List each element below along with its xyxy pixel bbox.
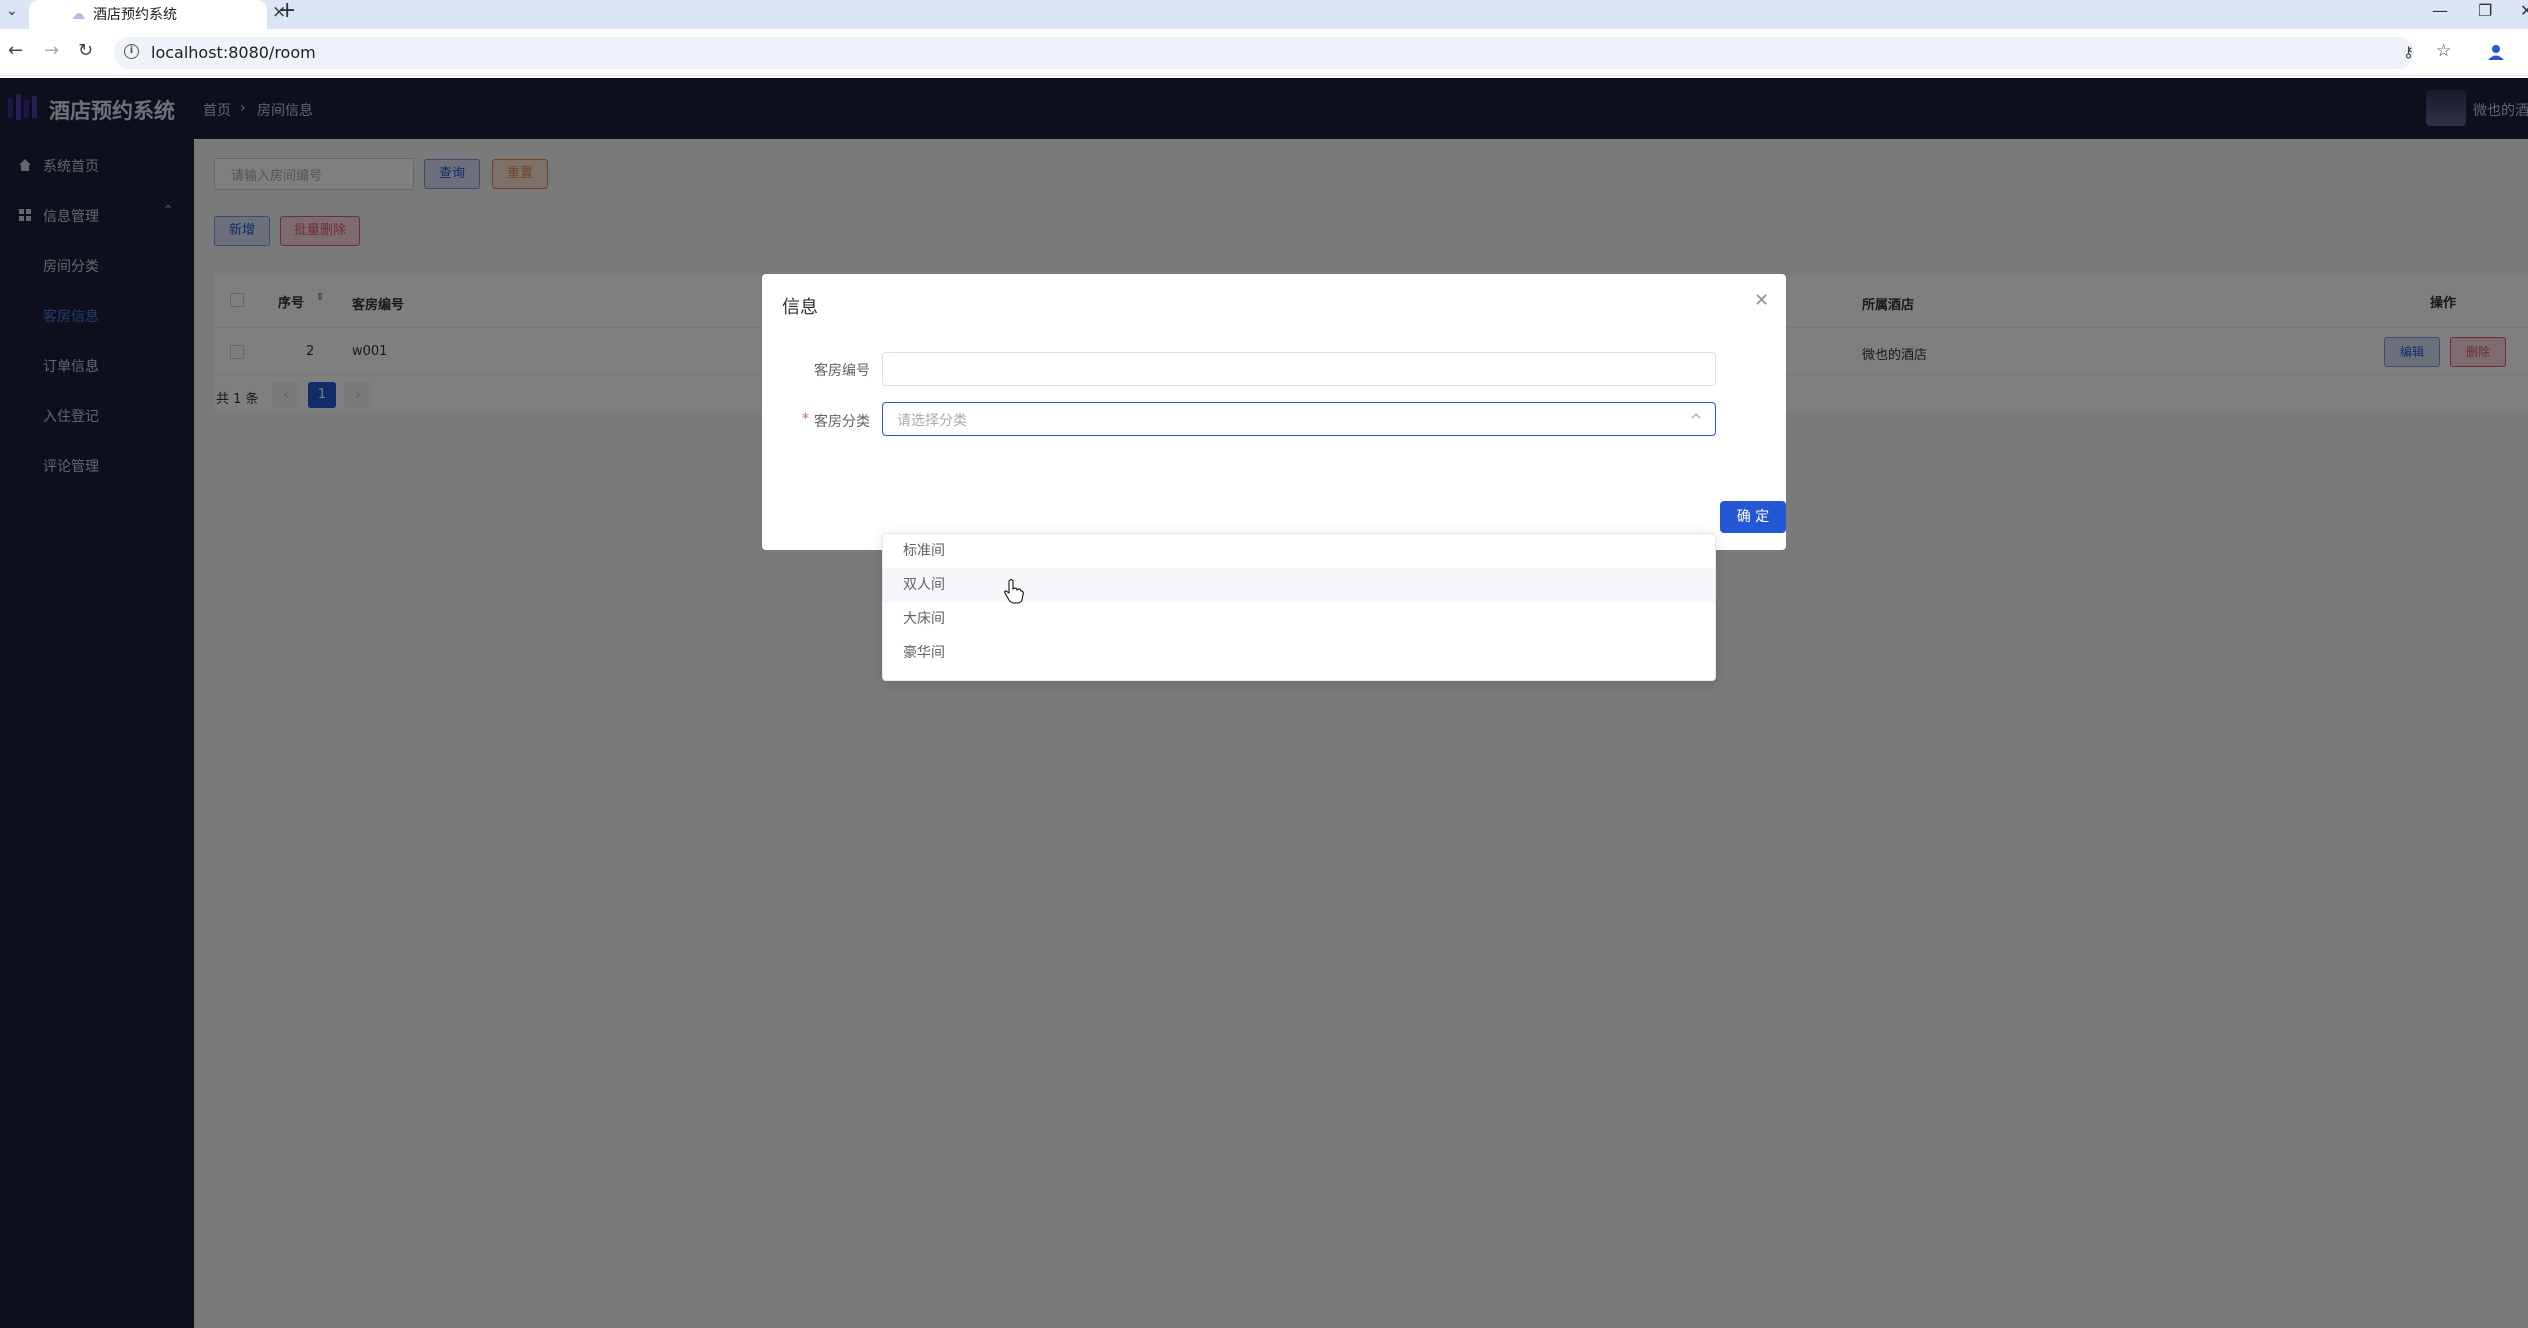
forward-icon[interactable]: → [44, 40, 59, 61]
url-text[interactable]: localhost:8080/room [151, 43, 316, 62]
new-tab-icon[interactable]: + [278, 0, 296, 23]
tab-title: 酒店预约系统 [93, 7, 177, 23]
browser-tab-strip: ⌄ 酒店预约系统 × + — ❐ ✕ [0, 0, 2528, 29]
dropdown-option[interactable]: 大床间 [883, 602, 1715, 636]
category-dropdown: 标准间 双人间 大床间 豪华间 [882, 533, 1716, 681]
restore-icon[interactable]: ❐ [2478, 1, 2492, 20]
room-number-label: 客房编号 [814, 363, 870, 379]
category-label: 客房分类 [814, 414, 870, 430]
key-icon[interactable]: ⚷ [2403, 43, 2414, 61]
address-bar[interactable] [114, 37, 2414, 69]
browser-tab[interactable]: 酒店预约系统 × [29, 0, 286, 29]
pointer-cursor-icon [1004, 579, 1024, 604]
info-dialog: 信息 ✕ 客房编号 * 客房分类 请选择分类 确 定 [762, 274, 1786, 550]
category-placeholder: 请选择分类 [897, 413, 967, 429]
dropdown-option[interactable]: 标准间 [883, 534, 1715, 568]
close-icon[interactable]: ✕ [1754, 290, 1769, 311]
bookmark-star-icon[interactable]: ☆ [2436, 41, 2451, 61]
dialog-title: 信息 [782, 297, 818, 318]
close-window-icon[interactable]: ✕ [2520, 1, 2528, 20]
room-number-input[interactable] [882, 352, 1716, 386]
required-mark: * [802, 411, 809, 427]
confirm-button[interactable]: 确 定 [1720, 501, 1786, 533]
reload-icon[interactable]: ↻ [78, 40, 93, 61]
dropdown-option[interactable]: 豪华间 [883, 636, 1715, 670]
back-icon[interactable]: ← [8, 40, 23, 61]
chevron-up-icon [1691, 413, 1701, 419]
minimize-icon[interactable]: — [2432, 1, 2448, 20]
tab-search-icon[interactable]: ⌄ [6, 3, 18, 19]
profile-icon[interactable] [2487, 43, 2505, 61]
modal-overlay[interactable] [0, 78, 2528, 1328]
app: 酒店预约系统 首页 › 房间信息 微也的酒店 系统首页 信息管理 ⌃ 房间分类 … [0, 78, 2528, 1328]
favicon-icon [73, 13, 85, 19]
category-select[interactable]: 请选择分类 [882, 402, 1716, 436]
site-info-icon[interactable]: i [124, 44, 139, 59]
